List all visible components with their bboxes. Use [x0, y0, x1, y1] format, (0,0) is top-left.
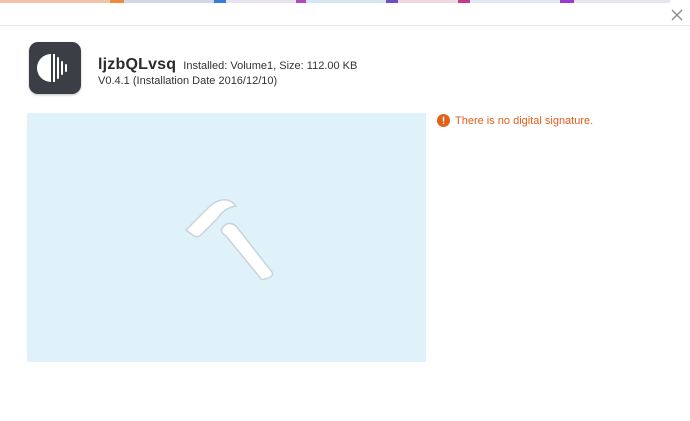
app-details-dialog: ljzbQLvsq Installed: Volume1, Size: 112.…: [0, 0, 690, 421]
app-preview-area: [27, 113, 426, 362]
hammer-icon: [185, 199, 274, 280]
warning-text: There is no digital signature.: [455, 114, 594, 127]
app-name: ljzbQLvsq: [98, 56, 177, 73]
audio-waveform-app-icon: [37, 54, 67, 82]
close-icon: [671, 9, 683, 21]
dialog-header: [0, 3, 690, 26]
app-title-row: ljzbQLvsq Installed: Volume1, Size: 112.…: [98, 56, 357, 74]
signature-warning: There is no digital signature.: [437, 114, 593, 127]
close-button[interactable]: [670, 8, 684, 22]
app-icon: [29, 42, 81, 94]
warning-icon: [437, 114, 450, 127]
version-info: V0.4.1 (Installation Date 2016/12/10): [98, 75, 278, 87]
install-info: Installed: Volume1, Size: 112.00 KB: [183, 60, 358, 72]
